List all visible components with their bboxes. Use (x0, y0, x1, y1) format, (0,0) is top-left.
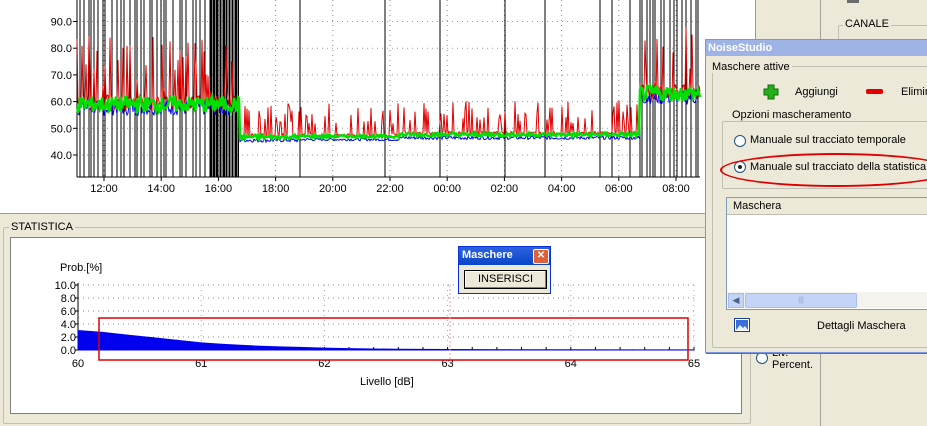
stat-data-point (631, 349, 634, 351)
maschere-close-button[interactable]: ✕ (533, 249, 549, 264)
elimina-label: Elimin (901, 86, 927, 98)
stat-data-point (274, 346, 276, 348)
scroll-stub (847, 0, 859, 3)
maschere-title: Maschere (462, 249, 513, 261)
aggiungi-button[interactable]: Aggiungi (762, 83, 842, 101)
stat-data-point (397, 348, 399, 350)
dettagli-button[interactable]: Dettagli Maschera (734, 318, 927, 336)
statistica-chart: 10.08.06.04.02.00.060 61 62 63 64 65 (55, 280, 701, 370)
stat-data-point (126, 334, 128, 336)
scroll-thumb[interactable]: ||| (745, 293, 857, 308)
maschere-attive-label: Maschere attive (710, 61, 792, 73)
maschera-list[interactable]: Maschera ◀ ||| (726, 197, 927, 310)
scroll-left-button[interactable]: ◀ (728, 293, 744, 308)
dialog-title: NoiseStudio (708, 42, 773, 54)
opzioni-label: Opzioni mascheramento (730, 109, 854, 121)
stat-y-tick-label: 10.0 (55, 280, 76, 292)
stat-data-point (508, 349, 510, 351)
plus-icon (763, 84, 779, 100)
stat-data-point (77, 329, 79, 332)
aggiungi-label: Aggiungi (795, 86, 838, 98)
elimina-button[interactable]: Elimin (866, 83, 927, 101)
horizontal-scrollbar[interactable]: ◀ ||| (727, 292, 927, 308)
minus-icon (866, 89, 883, 94)
stat-data-point (693, 349, 695, 351)
inserisci-label: INSERISCI (477, 273, 533, 285)
radio-temporale[interactable] (734, 135, 746, 147)
canale-label: CANALE (843, 18, 892, 30)
inserisci-button[interactable]: INSERISCI (464, 270, 547, 289)
stat-data-point (151, 337, 153, 339)
maschera-column-label: Maschera (733, 200, 782, 212)
stat-data-point (348, 347, 350, 350)
stat-data-point (299, 346, 301, 348)
stat-x-tick-label: 65 (688, 358, 700, 370)
stat-y-tick-label: 6.0 (61, 306, 76, 318)
stat-y-tick-label: 0.0 (61, 345, 76, 357)
stat-y-tick-label: 4.0 (61, 319, 76, 331)
stat-data-point (570, 349, 572, 351)
stat-data-point (422, 348, 424, 351)
radio-temporale-label: Manuale sul tracciato temporale (750, 134, 906, 146)
stat-data-point (225, 343, 227, 346)
stat-data-point (175, 339, 178, 341)
liv-percent-radio[interactable] (756, 352, 768, 364)
stat-data-point (102, 331, 104, 334)
stat-area-series (77, 329, 695, 351)
stat-data-point (447, 348, 449, 351)
stat-data-point (249, 345, 252, 347)
stat-data-point (200, 342, 202, 344)
stat-y-tick-label: 8.0 (61, 293, 76, 305)
stat-y-tick-label: 2.0 (61, 332, 76, 344)
maschere-popup: Maschere ✕ INSERISCI (458, 246, 551, 294)
stat-data-point (323, 347, 325, 349)
noisestudio-dialog: NoiseStudio Maschere attive Aggiungi Eli… (705, 39, 927, 353)
stat-x-tick-label: 60 (72, 358, 84, 370)
dettagli-label: Dettagli Maschera (817, 320, 906, 332)
maschera-list-header[interactable]: Maschera (727, 198, 927, 215)
image-icon (734, 318, 750, 332)
stat-data-point (373, 348, 375, 350)
